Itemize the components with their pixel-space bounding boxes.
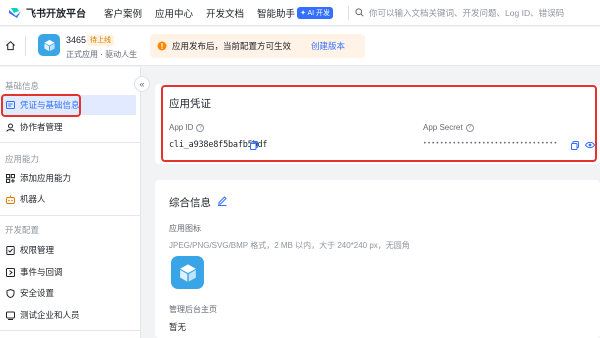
nav-customer-cases[interactable]: 客户案例 <box>104 6 142 20</box>
notice-text: 应用发布后，当前配置方可生效 <box>172 41 292 51</box>
search-icon <box>355 8 364 17</box>
search-placeholder: 你可以输入文档关键词、开发问题、Log ID、错误码 <box>369 7 565 18</box>
test-users-icon <box>6 311 15 320</box>
admin-home-label: 管理后台主页 <box>169 305 217 314</box>
collapse-sidebar-button[interactable]: « <box>134 76 150 92</box>
nav-smart-assistant[interactable]: 智能助手 ✦ AI 开发 <box>257 6 334 20</box>
sidebar-item-label: 权限管理 <box>20 245 55 255</box>
permission-icon <box>6 245 15 255</box>
logo-text: 飞书开放平台 <box>26 9 86 20</box>
credentials-highlight-box <box>161 85 597 162</box>
info-title: 综合信息 <box>169 197 211 209</box>
security-icon <box>6 288 15 298</box>
app-header: 3465 待上线 正式应用 · 驱动人生 应用发布后，当前配置方可生效 创建版本 <box>0 27 600 66</box>
admin-home-value: 暂无 <box>169 322 187 332</box>
double-chevron-left-icon: « <box>139 79 145 89</box>
collaborator-icon <box>6 123 15 132</box>
app-description: 正式应用 · 驱动人生 <box>66 50 138 59</box>
sidebar-divider <box>0 215 141 216</box>
app-icon <box>38 34 60 56</box>
nav-divider <box>348 5 350 20</box>
nav-smart-assistant-label: 智能助手 <box>257 8 296 20</box>
sidebar-divider <box>0 142 141 143</box>
group-app-capabilities: 应用能力 <box>5 154 40 164</box>
app-name: 3465 <box>66 35 87 45</box>
sidebar-item-label: 安全设置 <box>20 288 55 298</box>
publish-notice: 应用发布后，当前配置方可生效 创建版本 <box>150 34 365 58</box>
warning-icon <box>157 41 167 51</box>
create-version-link[interactable]: 创建版本 <box>311 40 345 52</box>
sidebar-item-collaborators[interactable]: 协作者管理 <box>2 117 136 137</box>
home-icon[interactable] <box>5 40 16 51</box>
search-input[interactable]: 你可以输入文档关键词、开发问题、Log ID、错误码 <box>355 7 564 19</box>
edit-icon[interactable] <box>217 195 227 206</box>
group-basic-info: 基础信息 <box>5 81 40 91</box>
sidebar: 基础信息 凭证与基础信息 协作者管理 应用能力 添加应用能力 机器人 开发配置 … <box>0 67 141 338</box>
sidebar-item-label: 事件与回调 <box>20 267 63 277</box>
nav-dev-docs[interactable]: 开发文档 <box>206 6 244 20</box>
cube-icon <box>43 39 55 51</box>
sidebar-divider <box>0 330 141 331</box>
sidebar-item-permissions[interactable]: 权限管理 <box>2 240 136 260</box>
credentials-highlight-box <box>1 94 81 117</box>
sidebar-item-security[interactable]: 安全设置 <box>2 283 136 303</box>
feishu-logo-icon <box>9 7 21 18</box>
cube-icon <box>179 263 196 282</box>
app-icon-label: 应用图标 <box>169 224 201 233</box>
event-icon <box>6 267 15 277</box>
sidebar-item-robot[interactable]: 机器人 <box>2 189 136 209</box>
nav-app-center[interactable]: 应用中心 <box>155 6 193 20</box>
app-status-badge: 待上线 <box>87 35 114 46</box>
robot-icon <box>6 195 15 204</box>
sidebar-item-add-capability[interactable]: 添加应用能力 <box>2 168 136 188</box>
app-icon-hint: JPEG/PNG/SVG/BMP 格式，2 MB 以内，大于 240*240 p… <box>169 241 410 250</box>
sidebar-item-test-users[interactable]: 测试企业和人员 <box>2 305 136 325</box>
sidebar-item-events[interactable]: 事件与回调 <box>2 262 136 282</box>
sidebar-item-label: 测试企业和人员 <box>20 310 80 320</box>
group-dev-config: 开发配置 <box>5 225 40 235</box>
app-icon-preview[interactable] <box>171 256 204 289</box>
sidebar-item-label: 机器人 <box>20 194 46 204</box>
ai-dev-badge: ✦ AI 开发 <box>297 6 334 19</box>
header-divider <box>25 36 26 56</box>
top-navbar: 飞书开放平台 客户案例 应用中心 开发文档 智能助手 ✦ AI 开发 你可以输入… <box>0 0 600 26</box>
sidebar-item-label: 协作者管理 <box>20 122 63 132</box>
feishu-logo[interactable]: 飞书开放平台 <box>8 5 104 20</box>
sidebar-item-label: 添加应用能力 <box>20 173 72 183</box>
info-card: 综合信息 应用图标 JPEG/PNG/SVG/BMP 格式，2 MB 以内，大于… <box>155 180 600 338</box>
add-capability-icon <box>6 173 15 183</box>
